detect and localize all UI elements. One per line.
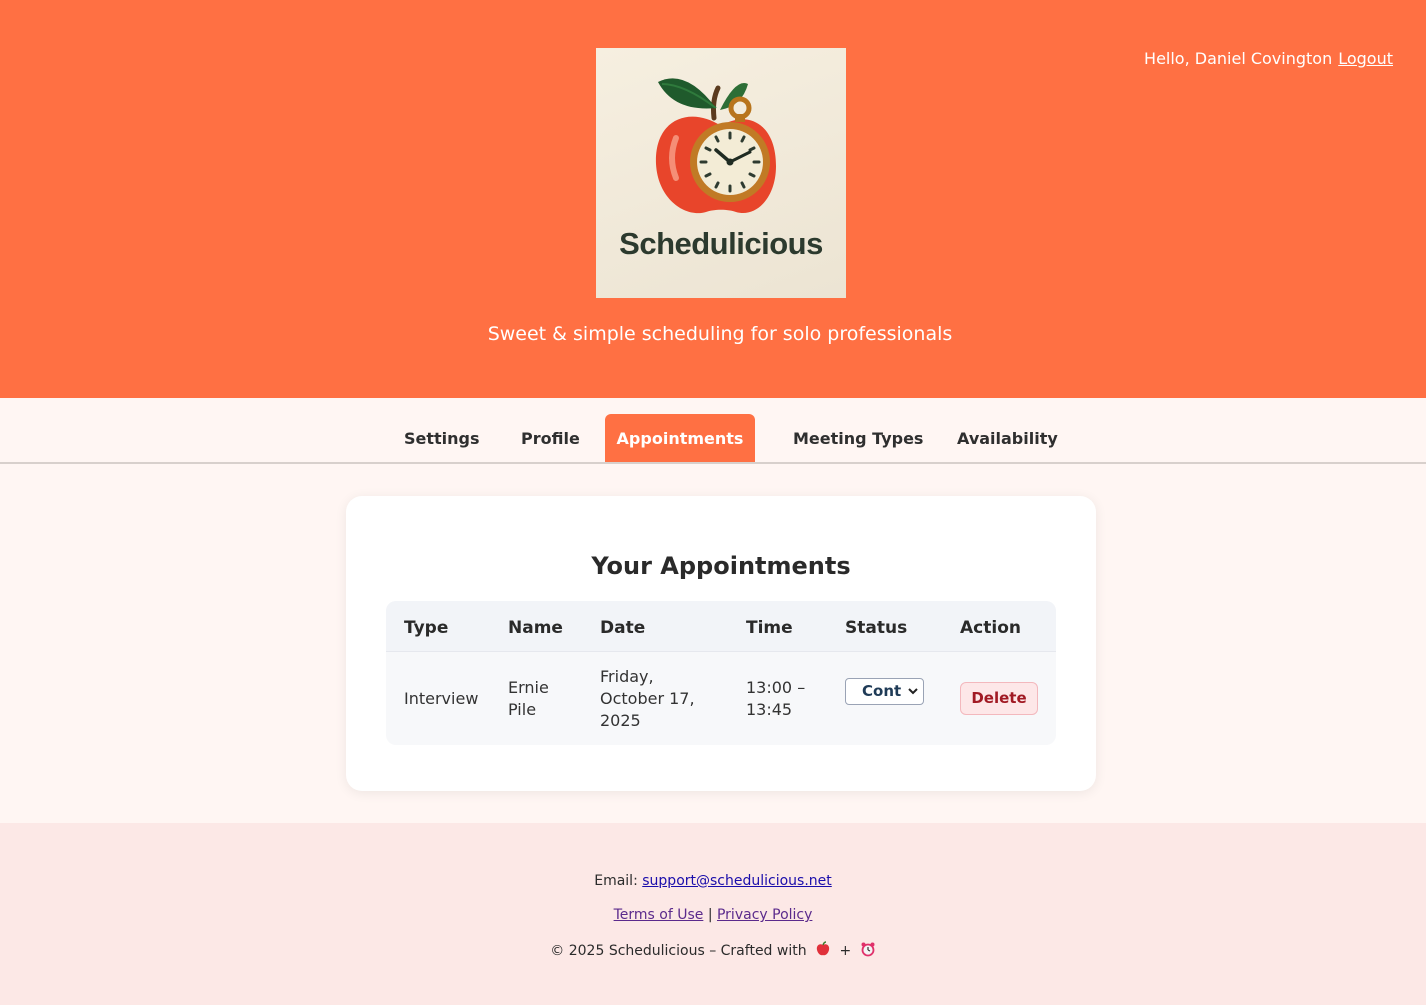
cell-date: Friday, October 17, 2025 [600,666,695,732]
tab-availability[interactable]: Availability [935,414,1080,462]
privacy-link[interactable]: Privacy Policy [717,907,812,923]
footer-links-row: Terms of Use | Privacy Policy [0,907,1426,923]
status-value: Cont [862,682,902,700]
appointments-card: Your Appointments Type Name Date Time St… [346,496,1096,791]
column-header-status: Status [845,618,908,638]
cell-time-start: 13:00 – [746,678,806,697]
alarm-clock-icon [860,941,876,961]
tab-bar: Settings Profile Appointments Meeting Ty… [0,398,1426,464]
cell-time-end: 13:45 [746,700,793,719]
table-header: Type Name Date Time Status Action [386,601,1056,652]
cell-type: Interview [404,689,479,708]
column-header-type: Type [404,618,449,638]
header: Schedulicious Sweet & simple scheduling … [0,0,1426,398]
cell-date-month-day: October 17, [600,689,695,708]
footer-email-row: Email: support@schedulicious.net [0,873,1426,889]
greeting: Hello, Daniel Covington [1144,49,1333,68]
footer: Email: support@schedulicious.net Terms o… [0,823,1426,1005]
column-header-action: Action [960,618,1021,638]
column-header-time: Time [746,618,793,638]
cell-time: 13:00 – 13:45 [746,677,805,721]
appointments-table: Type Name Date Time Status Action Interv… [386,601,1056,745]
column-header-name: Name [508,618,563,638]
tagline: Sweet & simple scheduling for solo profe… [487,323,953,345]
email-label: Email: [594,873,638,889]
delete-button[interactable]: Delete [960,682,1038,715]
support-email-link[interactable]: support@schedulicious.net [642,873,832,889]
copyright-text: © 2025 Schedulicious – Crafted with [550,943,807,959]
cell-date-weekday: Friday, [600,667,654,686]
chevron-down-icon [907,679,919,704]
tab-profile[interactable]: Profile [499,414,602,462]
footer-copyright-row: © 2025 Schedulicious – Crafted with + [0,941,1426,961]
brand-name: Schedulicious [619,226,823,261]
status-select[interactable]: Cont [845,678,924,705]
cell-name: Ernie Pile [508,677,549,721]
page-title: Your Appointments [591,552,851,580]
tab-appointments[interactable]: Appointments [605,414,755,462]
tab-meeting-types[interactable]: Meeting Types [771,414,945,462]
footer-separator: | [707,907,713,923]
user-area: Hello, Daniel Covington Logout [1144,49,1393,68]
tab-settings[interactable]: Settings [382,414,502,462]
terms-link[interactable]: Terms of Use [614,907,704,923]
cell-name-last: Pile [508,700,537,719]
logo: Schedulicious [596,48,846,298]
cell-name-first: Ernie [508,678,549,697]
cell-date-year: 2025 [600,711,641,730]
column-header-date: Date [600,618,646,638]
plus-sign: + [839,943,852,959]
apple-icon [815,941,831,961]
logout-link[interactable]: Logout [1338,49,1393,68]
